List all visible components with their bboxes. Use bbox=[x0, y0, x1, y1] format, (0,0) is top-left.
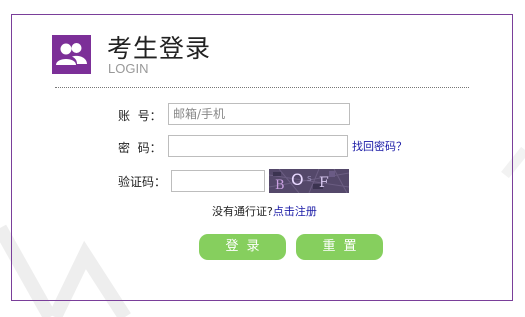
svg-text:O: O bbox=[291, 170, 304, 189]
captcha-label: 验证码： bbox=[118, 175, 167, 189]
password-input[interactable] bbox=[168, 135, 348, 157]
register-prompt-text: 没有通行证? bbox=[212, 205, 273, 218]
captcha-input[interactable] bbox=[171, 170, 265, 192]
password-label: 密 码： bbox=[118, 141, 162, 155]
reset-button[interactable]: 重置 bbox=[296, 234, 383, 260]
page-title: 考生登录 bbox=[107, 34, 212, 63]
svg-text:B: B bbox=[275, 178, 285, 193]
login-page: 考生登录 LOGIN 账 号： 密 码： 找回密码？ 验证码： B O s F … bbox=[0, 0, 525, 317]
register-link[interactable]: 点击注册 bbox=[273, 205, 317, 218]
users-icon bbox=[52, 35, 91, 74]
register-prompt: 没有通行证?点击注册 bbox=[212, 205, 317, 218]
login-button[interactable]: 登录 bbox=[199, 234, 286, 260]
header-divider bbox=[55, 87, 469, 88]
account-label: 账 号： bbox=[118, 109, 162, 123]
page-subtitle: LOGIN bbox=[108, 61, 149, 76]
account-input[interactable] bbox=[168, 103, 350, 125]
svg-text:F: F bbox=[319, 175, 329, 191]
forgot-password-link[interactable]: 找回密码？ bbox=[352, 140, 407, 153]
login-panel: 考生登录 LOGIN 账 号： 密 码： 找回密码？ 验证码： B O s F … bbox=[11, 14, 513, 301]
captcha-image[interactable]: B O s F bbox=[269, 169, 349, 193]
svg-text:s: s bbox=[307, 174, 312, 184]
